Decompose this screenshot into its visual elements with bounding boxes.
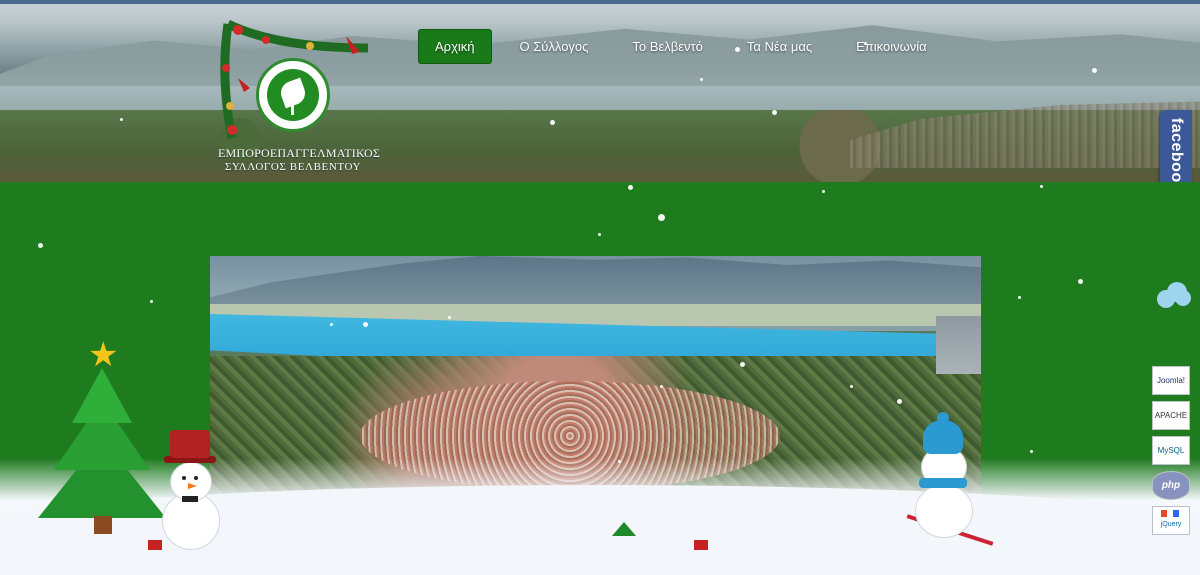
snowflake-icon [598,233,601,236]
snowflake-icon [363,322,368,327]
html5-icon [1161,510,1167,517]
mysql-icon[interactable]: MySQL [1152,436,1190,465]
bow-tie [182,496,198,502]
joomla-icon[interactable]: Joomla! [1152,366,1190,395]
snowflake-icon [735,47,740,52]
beanie [923,420,963,454]
snowflake-icon [1092,68,1097,73]
snowflake-icon [740,362,745,367]
christmas-tree-icon: ★ [32,338,172,534]
skiing-snowman-icon [905,412,995,546]
tree-trunk [94,516,112,534]
hero-edge-patch [936,316,981,374]
beanie-pom [937,412,949,424]
nav-item-velvento[interactable]: Το Βελβεντό [616,30,718,63]
snowflake-icon [38,243,43,248]
snowman-eye [182,476,186,480]
snowflake-icon [120,118,123,121]
snowflake-icon [1040,185,1043,188]
snowflake-icon [658,214,665,221]
snowflake-icon [1018,296,1021,299]
nav-item-home[interactable]: Αρχική [418,29,492,64]
css3-icon [1173,510,1179,517]
gift-icon [694,540,708,550]
jquery-label: jQuery [1160,521,1182,528]
snowman-icon [160,430,220,550]
snowflake-icon [822,190,825,193]
top-hat [170,430,210,458]
nav-item-news[interactable]: Τα Νέα μας [731,30,828,63]
cloud-icon [1153,280,1193,312]
star-icon: ★ [88,336,119,374]
emblem-inner [267,69,319,121]
header-banner [0,0,1200,182]
snowflake-icon [550,120,555,125]
apache-icon[interactable]: APACHE [1152,401,1190,430]
top-border [0,0,1200,4]
main-nav: Αρχική Ο Σύλλογος Το Βελβεντό Τα Νέα μας… [418,29,955,64]
snowflake-icon [897,399,902,404]
nav-item-association[interactable]: Ο Σύλλογος [504,30,605,63]
cloud-puff [1175,290,1191,306]
tech-badges: Joomla! APACHE MySQL php jQuery [1152,366,1192,541]
snowflake-icon [1078,279,1083,284]
snowflake-icon [850,385,853,388]
snowflake-icon [772,110,777,115]
site-logo[interactable]: ΕΜΠΟΡΟΕΠΑΓΓΕΛΜΑΤΙΚΟΣ ΣΥΛΛΟΓΟΣ ΒΕΛΒΕΝΤΟΥ [218,18,381,178]
snowflake-icon [628,185,633,190]
scarf [919,478,967,488]
snowflake-icon [1030,450,1033,453]
snowflake-icon [864,42,867,45]
tree-tier [72,368,132,423]
snowflake-icon [700,78,703,81]
skier-body [915,484,973,538]
snowflake-icon [618,460,621,463]
nav-item-contact[interactable]: Επικοινωνία [840,30,943,63]
gift-icon [148,540,162,550]
logo-caption-line1: ΕΜΠΟΡΟΕΠΑΓΓΕΛΜΑΤΙΚΟΣ [218,146,381,160]
html5-css3-jquery-icon[interactable]: jQuery [1152,506,1190,535]
snowflake-icon [330,323,333,326]
snowflake-icon [448,316,451,319]
snowflake-icon [660,385,663,388]
snowflake-icon [150,300,153,303]
small-tree-icon [612,522,636,536]
snowman-eye [194,476,198,480]
stem [291,99,294,115]
emblem-circle [256,58,330,132]
php-icon[interactable]: php [1152,471,1190,500]
snowman-nose [188,483,197,489]
logo-caption-line2: ΣΥΛΛΟΓΟΣ ΒΕΛΒΕΝΤΟΥ [224,161,362,173]
